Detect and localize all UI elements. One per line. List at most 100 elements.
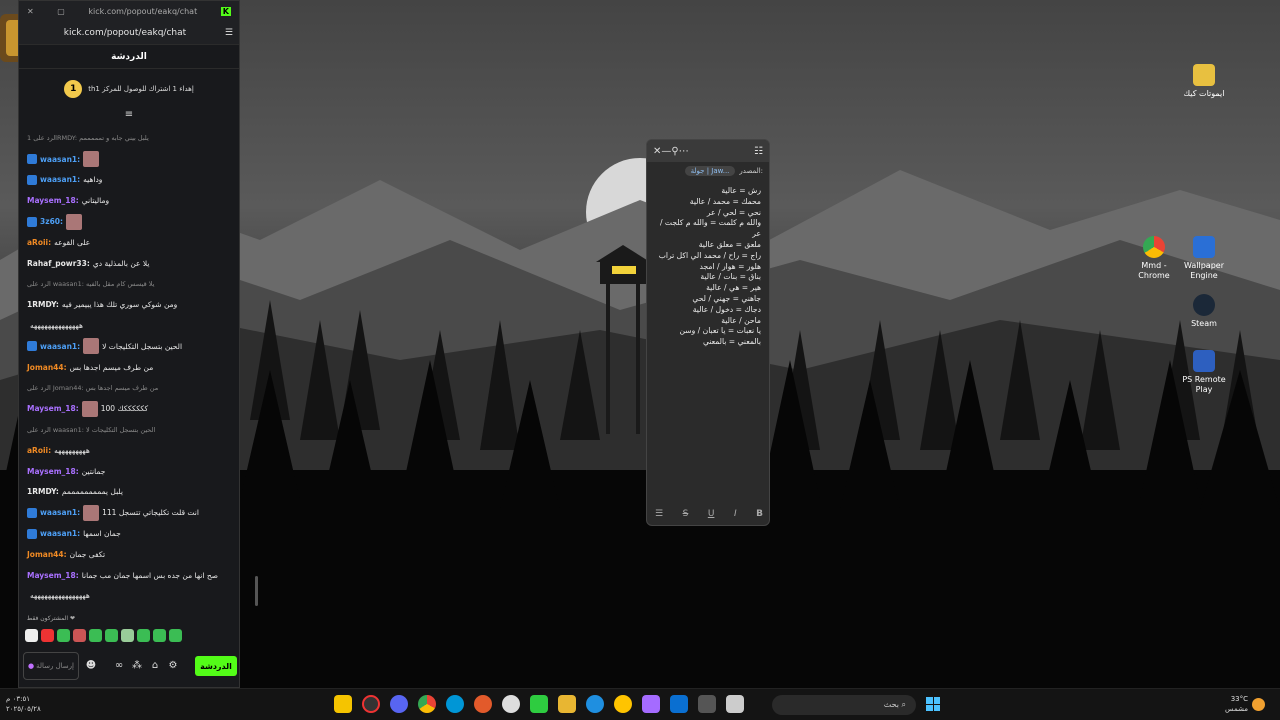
taskbar-search[interactable]: بحث ⌕ [772,695,916,715]
bold-icon[interactable]: B [756,509,763,519]
chat-message[interactable]: Joman44: تكفى جمان [19,544,239,565]
chat-username[interactable]: aRoii: [27,446,51,455]
emote[interactable] [73,629,86,642]
chat-message[interactable]: Joman44: من طرف ميسم اجدها بس [19,357,239,378]
chat-message[interactable]: ههههههههههههههههه [19,586,239,607]
sticky-notes-taskbar-icon[interactable] [334,695,352,713]
chat-username[interactable]: 1RMDY: [27,487,59,496]
chat-message[interactable]: الرد على waasan1: الحين بتسجل التكليجات … [19,419,239,440]
infinity-icon[interactable]: ∞ [113,660,125,672]
notes-list-icon[interactable]: ☷ [754,146,763,157]
emote[interactable] [89,629,102,642]
chat-scrollbar[interactable] [255,576,258,606]
maximize-window-icon[interactable]: ▢ [57,7,65,16]
chat-username[interactable]: Joman44: [27,550,67,559]
more-options-icon[interactable]: ⋯ [679,146,689,157]
chat-username[interactable]: Rahaf_powr33: [27,259,90,268]
chat-username[interactable]: Maysem_18: [27,467,79,476]
chrome-taskbar-icon[interactable] [418,695,436,713]
emote[interactable] [137,629,150,642]
chat-username[interactable]: waasan1: [40,155,80,164]
clock[interactable]: ٠٣:٥١ م ٢٠٢٥/٠٥/٢٨ [6,694,41,714]
strikethrough-icon[interactable]: S [683,509,689,519]
apps-taskbar-icon[interactable] [726,695,744,713]
chat-message[interactable]: Rahaf_powr33: يلا عن بالمذلية دي [19,253,239,274]
file-explorer-taskbar-icon[interactable] [558,695,576,713]
address-bar[interactable]: kick.com/popout/eakq/chat ☰ [19,21,239,45]
chat-message[interactable]: 1RMDY: يلبل يمممممممممم [19,482,239,503]
settings-taskbar-icon[interactable] [502,695,520,713]
chat-username[interactable]: waasan1: [40,508,80,517]
emote[interactable] [153,629,166,642]
emote[interactable] [105,629,118,642]
obs-taskbar-icon[interactable] [362,695,380,713]
chat-message-input[interactable]: ● إرسال رسالة [23,652,79,680]
discord-taskbar-icon[interactable] [390,695,408,713]
italic-icon[interactable]: I [734,509,737,519]
emote[interactable] [121,629,134,642]
chat-username[interactable]: waasan1: [40,175,80,184]
emote[interactable] [169,629,182,642]
chat-message[interactable]: aRoii: هههههههههه [19,440,239,461]
chat-message[interactable]: waasan1: الحين بتسجل التكليجات لا [19,336,239,357]
chat-message[interactable]: الرد على 1RMDY: يلبل بيني جابه و تمممممم [19,128,239,149]
chat-username[interactable]: aRoii: [27,238,51,247]
emote[interactable] [57,629,70,642]
chat-message[interactable]: Maysem_18: وماليتاني [19,190,239,211]
weather-widget[interactable]: 33°C مشمس [1220,694,1248,714]
chat-username[interactable]: Maysem_18: [27,196,79,205]
note-text[interactable]: رش = عالية محمك = محمد / عالية نحي = لحي… [647,180,769,354]
bullet-list-icon[interactable]: ☰ [655,509,663,519]
desktop-icon-steam[interactable]: Steam [1175,294,1233,329]
emote[interactable] [41,629,54,642]
clipchamp-taskbar-icon[interactable] [642,695,660,713]
close-window-icon[interactable]: ✕ [27,7,34,16]
windows-start-icon[interactable] [926,697,940,711]
chat-message[interactable]: Maysem_18: جمانتين [19,461,239,482]
chat-message[interactable]: waasan1: [19,149,239,170]
desktop-icon-ps-remote-play[interactable]: PS Remote Play [1175,350,1233,395]
hp-taskbar-icon[interactable] [446,695,464,713]
outlook-taskbar-icon[interactable] [670,695,688,713]
store-taskbar-icon[interactable] [698,695,716,713]
chat-message[interactable]: waasan1: جمان اسمها [19,523,239,544]
chat-message[interactable]: waasan1: 111 انت قلت تكليجاتي تتسجل [19,502,239,523]
underline-icon[interactable]: U [708,509,715,519]
pin-icon[interactable]: ⚲ [671,146,678,157]
chat-username[interactable]: 3z60: [40,217,63,226]
minimize-note-icon[interactable]: — [661,146,671,157]
chat-message[interactable]: Maysem_18: 100 ككككككك [19,398,239,419]
chat-message[interactable]: ههههههههههههههه [19,315,239,336]
nvidia-taskbar-icon[interactable] [530,695,548,713]
chat-message[interactable]: 3z60: [19,211,239,232]
chat-username[interactable]: Maysem_18: [27,404,79,413]
store-icon[interactable]: ⌂ [149,660,161,672]
collapse-menu-icon[interactable]: ≡ [19,109,239,120]
site-settings-icon[interactable]: ☰ [225,28,233,38]
chat-message[interactable]: Rahaf_powr33:سجل خالتي [19,606,239,608]
emote[interactable] [25,629,38,642]
settings-gear-icon[interactable]: ⚙ [167,660,179,672]
source-chip[interactable]: جولة | Jaw... [684,166,736,176]
desktop-icon-wallpaper-engine[interactable]: Wallpaper Engine [1175,236,1233,281]
emoji-picker-icon[interactable]: ☻ [85,660,97,672]
paint-taskbar-icon[interactable] [614,695,632,713]
chat-message[interactable]: Maysem_18: صح انها من جده بس اسمها جمان م… [19,565,239,586]
chat-username[interactable]: waasan1: [40,529,80,538]
chat-send-button[interactable]: الدردشة [195,656,237,676]
chat-username[interactable]: Maysem_18: [27,571,79,580]
chat-message[interactable]: الرد على waasan1: يلا قيسس كام مقل بالفي… [19,274,239,295]
chat-username[interactable]: Joman44: [27,363,67,372]
desktop-icon-kick-emotes[interactable]: ايموتات كيك [1175,64,1233,99]
pinned-gift-banner[interactable]: 1 thإهداء 1 اشتراك للوصول للمركز 1 [19,69,239,109]
chat-message[interactable]: الرد على Joman44: من طرف ميسم اجدها بس [19,378,239,399]
chat-username[interactable]: waasan1: [40,342,80,351]
chat-message[interactable]: aRoii: على القوعه [19,232,239,253]
chat-message[interactable]: waasan1: وداهيه [19,170,239,191]
chat-message[interactable]: 1RMDY: ومن شوكي سوري تلك هذا يبيمير فيه [19,294,239,315]
soundcloud-taskbar-icon[interactable] [474,695,492,713]
share-icon[interactable]: ⁂ [131,660,143,672]
chat-username[interactable]: 1RMDY: [27,300,59,309]
edge-taskbar-icon[interactable] [586,695,604,713]
close-note-icon[interactable]: ✕ [653,146,661,157]
